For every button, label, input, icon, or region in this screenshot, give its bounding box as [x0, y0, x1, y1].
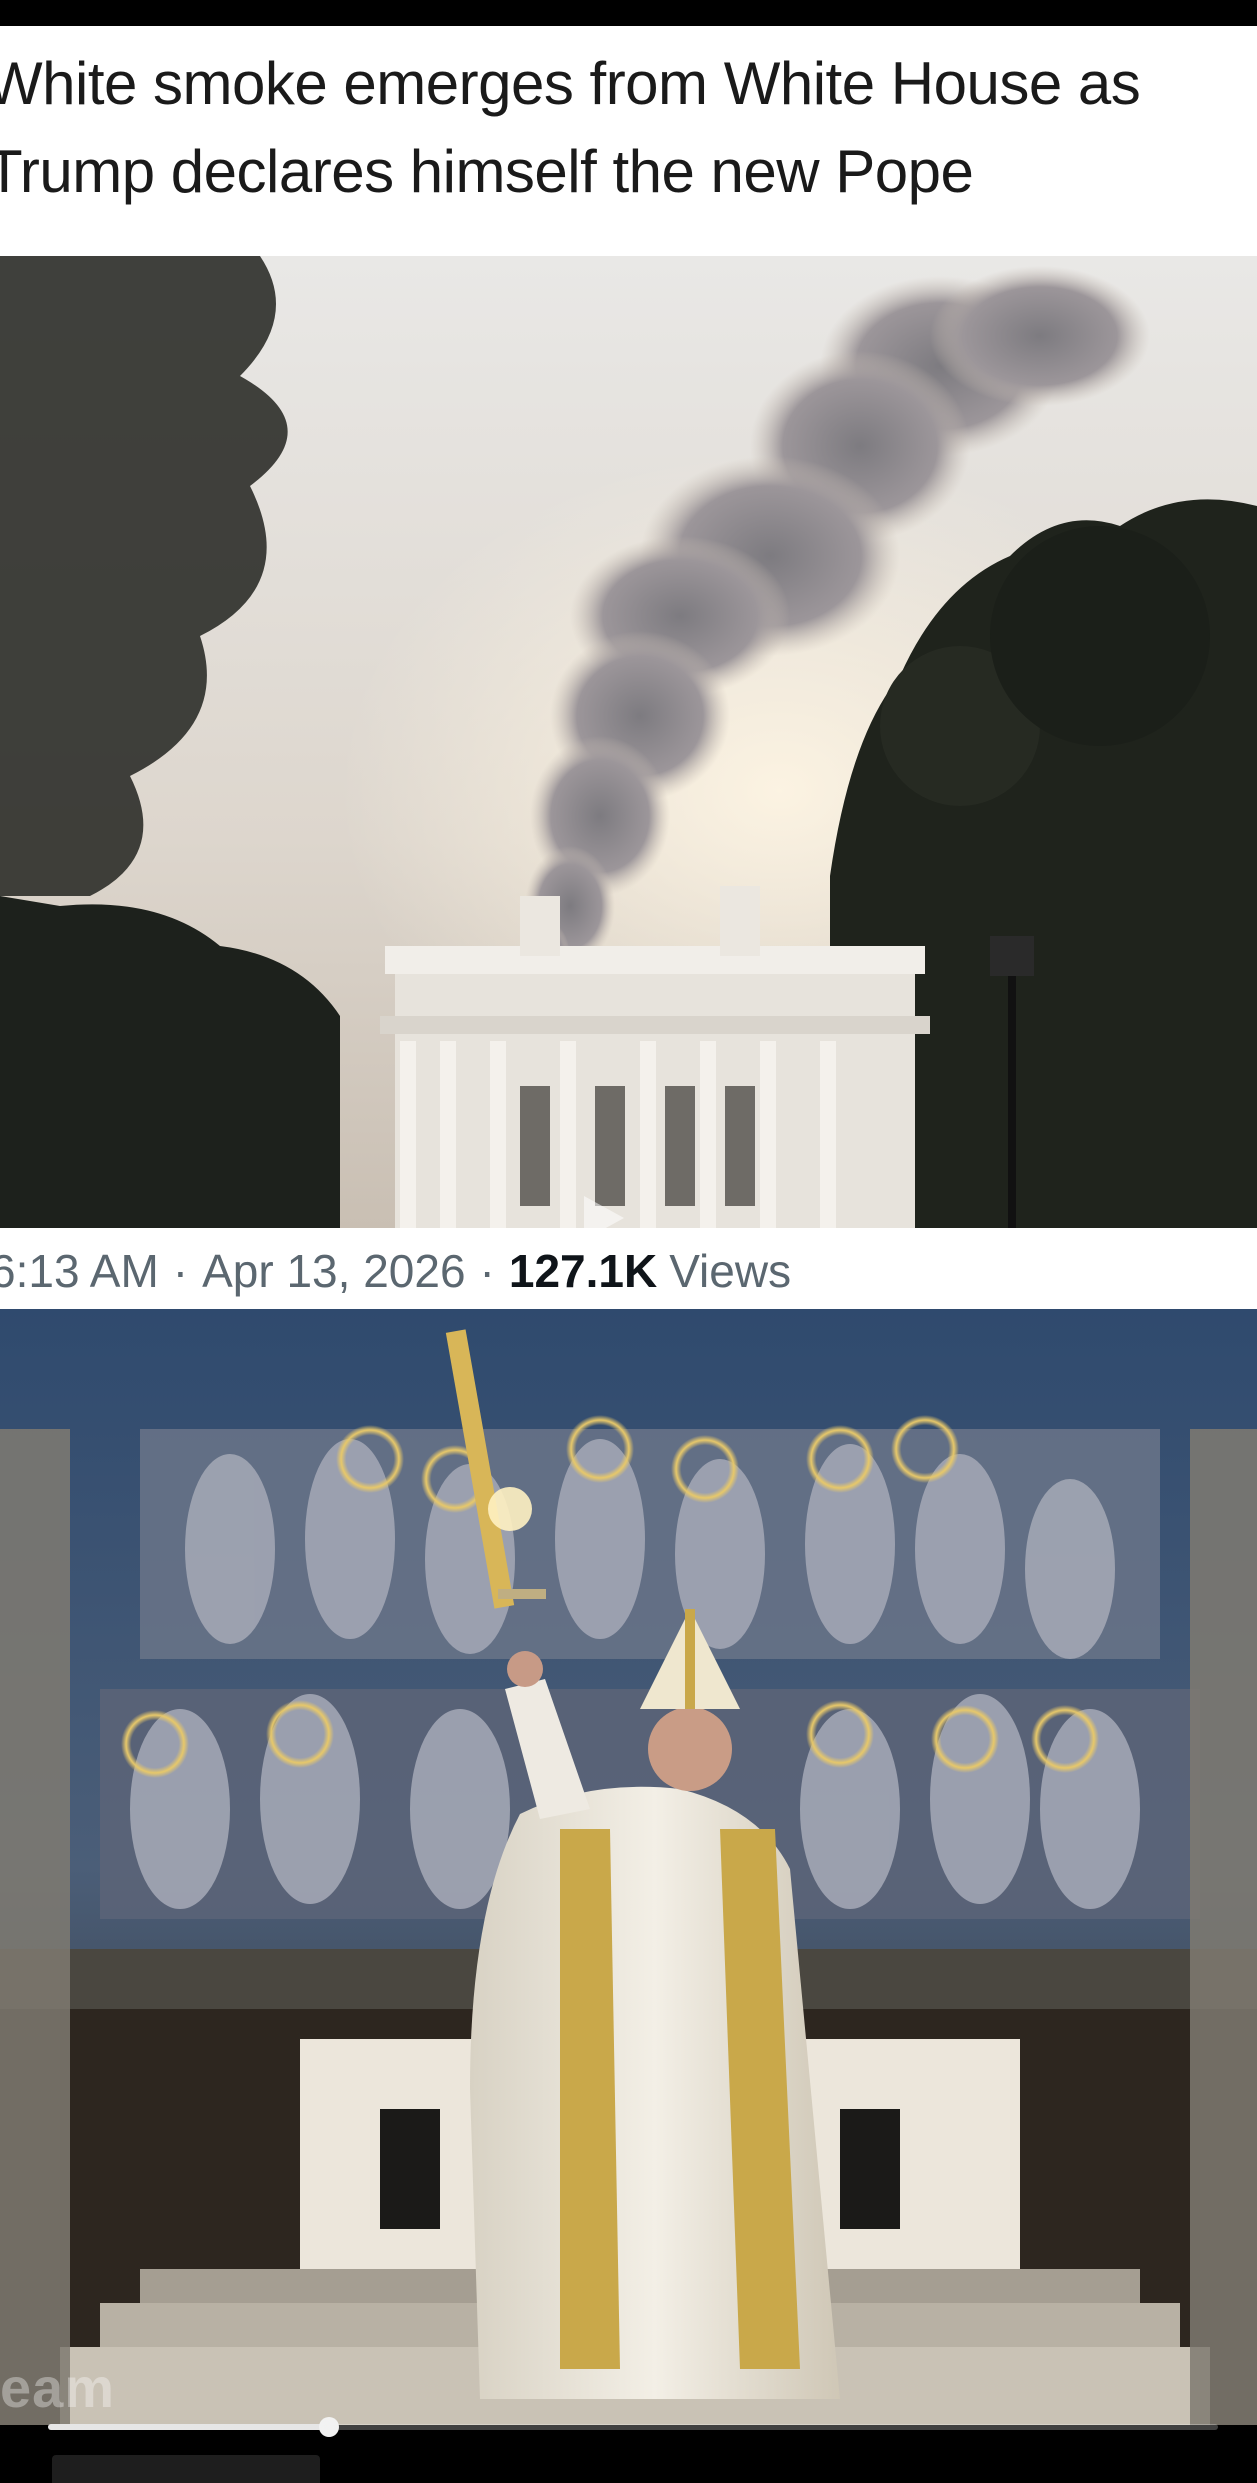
- watermark-text: eam: [0, 2356, 116, 2419]
- separator-dot: ·: [479, 1245, 495, 1297]
- views-label: Views: [669, 1245, 792, 1297]
- pope-altar-photo[interactable]: eam: [0, 1309, 1257, 2425]
- bottom-tab[interactable]: [52, 2455, 320, 2483]
- screen: White smoke emerges from White House as …: [0, 0, 1257, 2483]
- video-scrubber-handle[interactable]: [318, 2417, 339, 2437]
- views-count: 127.1K: [508, 1245, 658, 1297]
- post-headline: White smoke emerges from White House as …: [0, 50, 1141, 205]
- post-date[interactable]: Apr 13, 2026: [202, 1244, 465, 1298]
- separator-dot: ·: [172, 1245, 189, 1297]
- status-bar: [0, 0, 1257, 26]
- white-house-smoke-photo[interactable]: [0, 256, 1257, 1228]
- pope-altar-image: [0, 1309, 1257, 2425]
- video-progress-fill: [48, 2424, 329, 2430]
- post-time: 6:13 AM: [0, 1245, 159, 1297]
- video-progress-bar[interactable]: [48, 2417, 1218, 2437]
- white-house-smoke-image: [0, 256, 1257, 1228]
- post-meta: 6:13 AM · Apr 13, 2026 · 127.1K Views: [0, 1231, 791, 1309]
- post-card[interactable]: White smoke emerges from White House as …: [0, 26, 1257, 1309]
